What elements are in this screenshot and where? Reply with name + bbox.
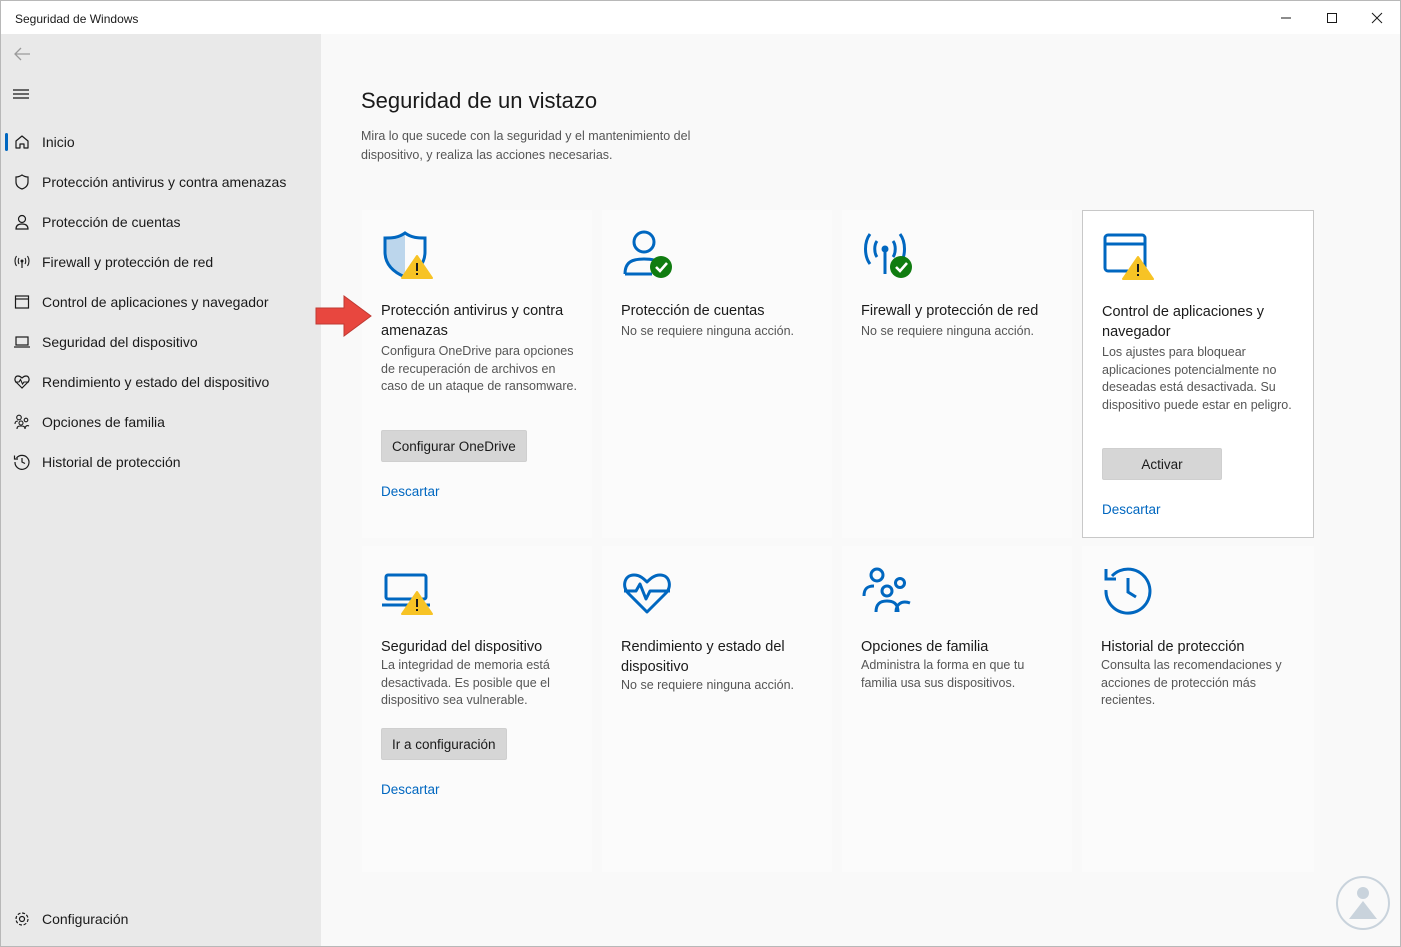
card-title: Protección de cuentas — [621, 303, 765, 319]
card-title: Rendimiento y estado del dispositivo — [621, 639, 785, 675]
hamburger-icon — [13, 89, 29, 99]
configure-onedrive-button[interactable]: Configurar OneDrive — [381, 430, 527, 462]
hamburger-menu-button[interactable] — [11, 84, 33, 104]
page-title: Seguridad de un vistazo — [361, 88, 598, 113]
dismiss-link[interactable]: Descartar — [381, 484, 440, 499]
activate-button[interactable]: Activar — [1102, 448, 1222, 480]
watermark-logo — [1335, 875, 1391, 931]
card-control-aplicaciones: Control de aplicaciones y navegador Los … — [1082, 210, 1314, 538]
sidebar-item-cuentas[interactable]: Protección de cuentas — [5, 204, 315, 240]
laptop-warning-icon — [382, 566, 438, 618]
dismiss-link[interactable]: Descartar — [1102, 502, 1161, 517]
home-icon — [12, 132, 32, 152]
annotation-arrow-icon — [314, 293, 374, 339]
card-title: Firewall y protección de red — [861, 303, 1039, 319]
card-title: Protección antivirus y contra amenazas — [381, 303, 564, 339]
person-check-icon — [622, 230, 678, 282]
heart-pulse-icon — [622, 566, 678, 618]
sidebar-item-firewall[interactable]: Firewall y protección de red — [5, 244, 315, 280]
minimize-button[interactable] — [1263, 1, 1309, 34]
card-description: No se requiere ninguna acción. — [621, 324, 795, 338]
sidebar: Inicio Protección antivirus y contra ame… — [1, 34, 321, 946]
history-icon — [12, 452, 32, 472]
sidebar-item-configuracion[interactable]: Configuración — [5, 901, 315, 937]
card-cuentas: Protección de cuentas No se requiere nin… — [602, 210, 832, 538]
back-arrow-icon — [14, 47, 30, 61]
close-icon — [1371, 12, 1383, 23]
sidebar-item-label: Protección antivirus y contra amenazas — [42, 174, 287, 190]
sidebar-item-label: Seguridad del dispositivo — [42, 334, 198, 350]
family-icon — [862, 566, 918, 618]
card-antivirus: Protección antivirus y contra amenazas C… — [362, 210, 592, 538]
heart-pulse-icon — [12, 372, 32, 392]
card-historial: Historial de protección Consulta las rec… — [1082, 546, 1314, 872]
card-firewall: Firewall y protección de red No se requi… — [842, 210, 1072, 538]
app-window-icon — [12, 292, 32, 312]
page-subtitle: Mira lo que sucede con la seguridad y el… — [361, 129, 691, 162]
person-icon — [12, 212, 32, 232]
shield-warning-icon — [382, 230, 438, 282]
sidebar-item-label: Opciones de familia — [42, 414, 165, 430]
sidebar-item-label: Control de aplicaciones y navegador — [42, 294, 269, 310]
sidebar-item-dispositivo[interactable]: Seguridad del dispositivo — [5, 324, 315, 360]
card-title: Historial de protección — [1101, 639, 1245, 655]
window-title: Seguridad de Windows — [15, 12, 139, 26]
back-button[interactable] — [11, 44, 33, 64]
sidebar-item-rendimiento[interactable]: Rendimiento y estado del dispositivo — [5, 364, 315, 400]
sidebar-item-antivirus[interactable]: Protección antivirus y contra amenazas — [5, 164, 315, 200]
laptop-icon — [12, 332, 32, 352]
app-window: Seguridad de Windows Inicio Protección a… — [0, 0, 1401, 947]
sidebar-item-historial[interactable]: Historial de protección — [5, 444, 315, 480]
minimize-icon — [1281, 17, 1291, 18]
app-window-warning-icon — [1103, 231, 1159, 283]
card-description: La integridad de memoria está desactivad… — [381, 658, 550, 707]
wifi-antenna-icon — [12, 252, 32, 272]
card-title: Opciones de familia — [861, 639, 989, 655]
card-description: Consulta las recomendaciones y acciones … — [1101, 658, 1282, 707]
sidebar-item-label: Firewall y protección de red — [42, 254, 214, 270]
sidebar-item-aplicaciones[interactable]: Control de aplicaciones y navegador — [5, 284, 315, 320]
antenna-check-icon — [862, 230, 918, 282]
sidebar-item-label: Configuración — [42, 911, 129, 927]
card-description: No se requiere ninguna acción. — [621, 678, 795, 692]
card-description: Configura OneDrive para opciones de recu… — [381, 344, 577, 393]
sidebar-item-label: Protección de cuentas — [42, 214, 181, 230]
card-title: Control de aplicaciones y navegador — [1102, 304, 1265, 340]
close-button[interactable] — [1354, 1, 1400, 34]
card-familia: Opciones de familia Administra la forma … — [842, 546, 1072, 872]
go-to-settings-button[interactable]: Ir a configuración — [381, 728, 507, 760]
card-description: No se requiere ninguna acción. — [861, 324, 1035, 338]
maximize-icon — [1327, 12, 1337, 23]
title-bar: Seguridad de Windows — [1, 1, 1400, 34]
gear-icon — [12, 909, 32, 929]
dismiss-link[interactable]: Descartar — [381, 782, 440, 797]
history-icon — [1102, 566, 1158, 618]
sidebar-item-label: Inicio — [42, 134, 75, 150]
card-description: Administra la forma en que tu familia us… — [861, 658, 1025, 690]
card-description: Los ajustes para bloquear aplicaciones p… — [1102, 345, 1292, 412]
sidebar-item-label: Historial de protección — [42, 454, 181, 470]
shield-icon — [12, 172, 32, 192]
main-content: Seguridad de un vistazo Mira lo que suce… — [321, 34, 1400, 946]
sidebar-item-label: Rendimiento y estado del dispositivo — [42, 374, 270, 390]
card-rendimiento: Rendimiento y estado del dispositivo No … — [602, 546, 832, 872]
maximize-button[interactable] — [1309, 1, 1355, 34]
sidebar-item-familia[interactable]: Opciones de familia — [5, 404, 315, 440]
sidebar-item-inicio[interactable]: Inicio — [5, 124, 315, 160]
family-icon — [12, 412, 32, 432]
card-seguridad-dispositivo: Seguridad del dispositivo La integridad … — [362, 546, 592, 872]
card-title: Seguridad del dispositivo — [381, 639, 543, 655]
